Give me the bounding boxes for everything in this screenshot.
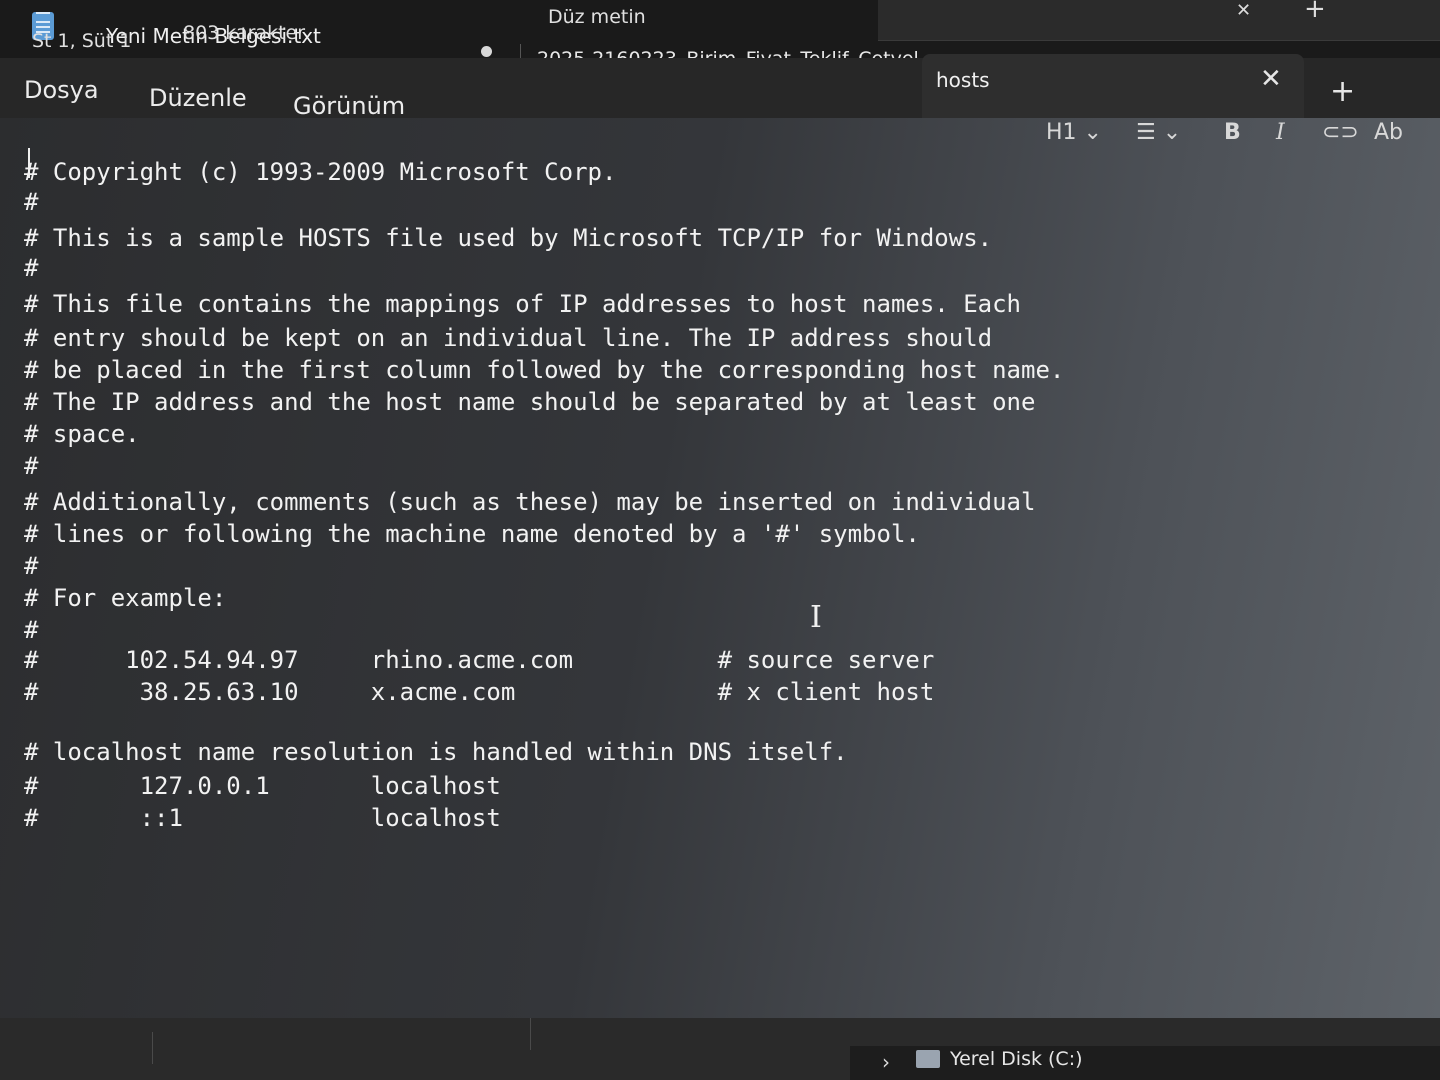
editor-line: # (24, 188, 39, 216)
editor-line: # (24, 616, 39, 644)
menu-edit[interactable]: Düzenle (149, 84, 247, 112)
background-window-strip (878, 0, 1440, 41)
tab-hosts-label: hosts (936, 68, 990, 92)
editor-line: # This file contains the mappings of IP … (24, 290, 1021, 318)
heading-dropdown[interactable]: H1 ⌄ (1046, 120, 1102, 145)
background-plus-icon[interactable]: + (1304, 0, 1326, 24)
editor-line: # Additionally, comments (such as these)… (24, 488, 1036, 516)
editor-line: # For example: (24, 584, 227, 612)
editor-line: # Copyright (c) 1993-2009 Microsoft Corp… (24, 158, 617, 186)
mouse-ibeam-cursor-icon: I (810, 600, 822, 635)
cursor-position: St 1, Süt 1 (32, 30, 132, 52)
text-format-selector[interactable]: Düz metin (548, 6, 646, 28)
editor-line: # (24, 254, 39, 282)
tab-hosts[interactable]: hosts ✕ (922, 54, 1304, 118)
editor-line: # lines or following the machine name de… (24, 520, 920, 548)
editor-line: # 38.25.63.10 x.acme.com # x client host (24, 678, 935, 706)
editor-line: # be placed in the first column followed… (24, 356, 1065, 384)
menu-file[interactable]: Dosya (24, 76, 99, 104)
editor-line: # The IP address and the host name shoul… (24, 388, 1036, 416)
editor-line: # This is a sample HOSTS file used by Mi… (24, 224, 993, 252)
close-tab-icon[interactable]: ✕ (1260, 64, 1282, 94)
text-editor[interactable] (0, 118, 1440, 1018)
editor-line: # entry should be kept on an individual … (24, 324, 993, 352)
italic-button[interactable]: I (1276, 120, 1285, 145)
editor-line: # ::1 localhost (24, 804, 501, 832)
editor-line: # (24, 452, 39, 480)
link-icon[interactable]: ⊂⊃ (1322, 120, 1359, 145)
editor-line: # space. (24, 420, 140, 448)
status-divider (152, 1032, 153, 1064)
bold-button[interactable]: B (1224, 120, 1241, 145)
list-dropdown-icon[interactable]: ☰ ⌄ (1136, 120, 1181, 145)
spellcheck-icon[interactable]: Ab (1374, 120, 1403, 145)
editor-line: # (24, 552, 39, 580)
background-close-icon[interactable]: ✕ (1236, 0, 1251, 21)
editor-line: # 127.0.0.1 localhost (24, 772, 501, 800)
drive-icon (916, 1050, 940, 1068)
chevron-right-icon[interactable]: › (882, 1050, 890, 1074)
character-count: 803 karakter (183, 22, 306, 44)
status-divider (530, 1018, 531, 1050)
menu-view[interactable]: Görünüm (293, 92, 405, 120)
local-disk-label[interactable]: Yerel Disk (C:) (950, 1048, 1083, 1070)
editor-line: # localhost name resolution is handled w… (24, 738, 848, 766)
editor-line: # 102.54.94.97 rhino.acme.com # source s… (24, 646, 935, 674)
new-tab-button[interactable]: + (1330, 74, 1355, 109)
unsaved-indicator-icon (481, 46, 492, 57)
